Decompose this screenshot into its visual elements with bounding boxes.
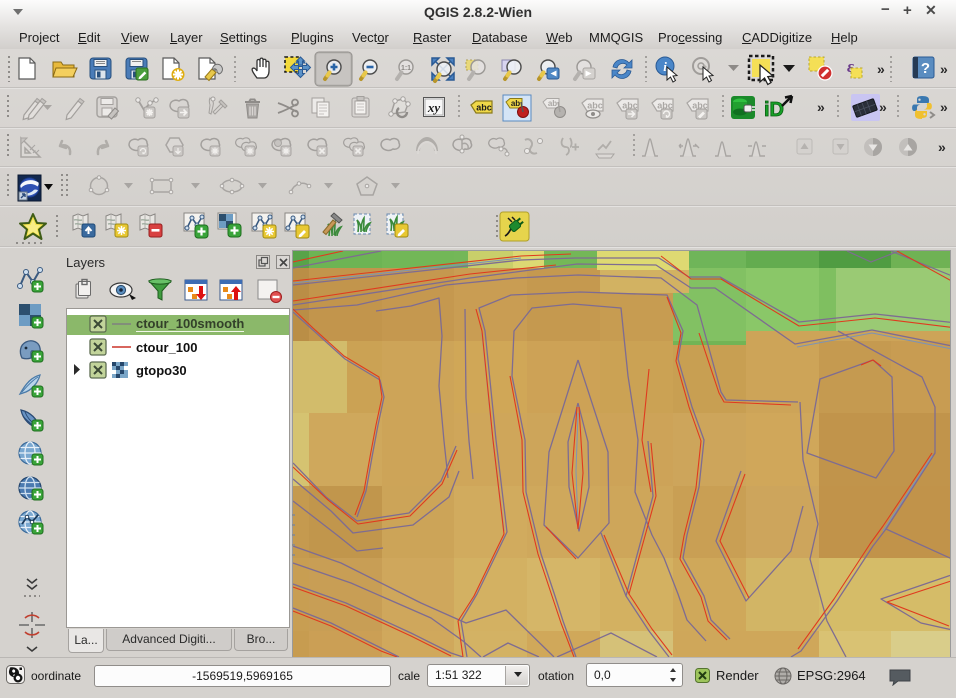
svg-text:»: » — [817, 99, 825, 115]
svg-text:abc: abc — [476, 103, 492, 113]
svg-text:iD: iD — [764, 99, 784, 121]
svg-text:»: » — [938, 139, 946, 155]
svg-text:»: » — [940, 99, 948, 115]
svg-text:ab: ab — [511, 99, 520, 108]
svg-text:»: » — [877, 61, 885, 77]
svg-text:»: » — [940, 61, 948, 77]
svg-text:xy: xy — [427, 100, 441, 115]
svg-text:ab: ab — [548, 99, 557, 108]
svg-text:?: ? — [921, 60, 930, 77]
svg-text:1:1: 1:1 — [401, 65, 411, 72]
svg-text:»: » — [879, 99, 887, 115]
